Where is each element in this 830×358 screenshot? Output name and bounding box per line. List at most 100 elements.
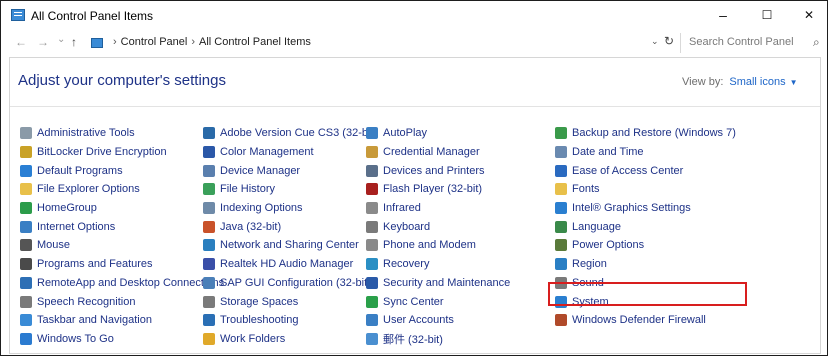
search-icon[interactable]: ⌕ bbox=[813, 35, 820, 50]
control-panel-item-file-explorer-options[interactable]: File Explorer Options bbox=[20, 180, 224, 199]
control-panel-item-windows-defender-firewall[interactable]: Windows Defender Firewall bbox=[555, 311, 736, 330]
control-panel-item-phone-and-modem[interactable]: Phone and Modem bbox=[366, 236, 510, 255]
item-label: File Explorer Options bbox=[37, 183, 140, 196]
item-label: Infrared bbox=[383, 202, 421, 215]
item-label: Phone and Modem bbox=[383, 239, 476, 252]
adobe-version-cue-icon bbox=[203, 127, 215, 140]
address-bar[interactable]: › Control Panel › All Control Panel Items ⌄… bbox=[89, 33, 674, 53]
control-panel-item-fonts[interactable]: Fonts bbox=[555, 180, 736, 199]
item-label: Network and Sharing Center bbox=[220, 239, 359, 252]
breadcrumb-all-items[interactable]: All Control Panel Items bbox=[199, 36, 311, 48]
control-panel-item-region[interactable]: Region bbox=[555, 255, 736, 274]
item-label: 郵件 (32-bit) bbox=[383, 333, 443, 346]
control-panel-item-programs-and-features[interactable]: Programs and Features bbox=[20, 255, 224, 274]
search-input[interactable] bbox=[689, 34, 801, 50]
control-panel-item-device-manager[interactable]: Device Manager bbox=[203, 161, 377, 180]
control-panel-item-speech-recognition[interactable]: Speech Recognition bbox=[20, 292, 224, 311]
control-panel-item-autoplay[interactable]: AutoPlay bbox=[366, 124, 510, 143]
control-panel-item-recovery[interactable]: Recovery bbox=[366, 255, 510, 274]
folder-options-icon bbox=[20, 183, 32, 196]
close-button[interactable]: ✕ bbox=[792, 3, 826, 27]
bitlocker-icon bbox=[20, 146, 32, 159]
item-label: Work Folders bbox=[220, 332, 286, 345]
control-panel-item-taskbar-and-navigation[interactable]: Taskbar and Navigation bbox=[20, 311, 224, 330]
refresh-icon[interactable]: ↻ bbox=[664, 34, 674, 48]
item-label: Ease of Access Center bbox=[572, 164, 684, 177]
device-manager-icon bbox=[203, 164, 215, 177]
address-dropdown-chevron-icon[interactable]: ⌄ bbox=[651, 36, 659, 47]
mail-icon bbox=[366, 332, 378, 345]
java-icon bbox=[203, 220, 215, 233]
control-panel-item-remoteapp-and-desktop-connections[interactable]: RemoteApp and Desktop Connections bbox=[20, 274, 224, 293]
region-icon bbox=[555, 258, 567, 271]
system-highlight-box bbox=[548, 282, 747, 306]
view-by-label: View by: bbox=[682, 76, 724, 88]
work-folders-icon bbox=[203, 332, 215, 345]
item-label: Internet Options bbox=[37, 220, 116, 233]
item-label: Speech Recognition bbox=[37, 295, 136, 308]
recent-locations-chevron-icon[interactable]: ⌄ bbox=[57, 34, 65, 45]
control-panel-item-infrared[interactable]: Infrared bbox=[366, 199, 510, 218]
control-panel-item-storage-spaces[interactable]: Storage Spaces bbox=[203, 292, 377, 311]
control-panel-item-devices-and-printers[interactable]: Devices and Printers bbox=[366, 161, 510, 180]
microphone-icon bbox=[20, 295, 32, 308]
control-panel-item-java-32-bit[interactable]: Java (32-bit) bbox=[203, 217, 377, 236]
fonts-icon bbox=[555, 183, 567, 196]
control-panel-item-file-history[interactable]: File History bbox=[203, 180, 377, 199]
minimize-button[interactable]: – bbox=[706, 3, 740, 27]
content-pane: Adjust your computer's settings View by:… bbox=[9, 57, 821, 354]
maximize-button[interactable]: ☐ bbox=[750, 3, 784, 27]
control-panel-item-32-bit[interactable]: 郵件 (32-bit) bbox=[366, 330, 510, 349]
phone-modem-icon bbox=[366, 239, 378, 252]
control-panel-item-network-and-sharing-center[interactable]: Network and Sharing Center bbox=[203, 236, 377, 255]
admin-tools-icon bbox=[20, 127, 32, 140]
control-panel-item-backup-and-restore-windows-7[interactable]: Backup and Restore (Windows 7) bbox=[555, 124, 736, 143]
control-panel-item-date-and-time[interactable]: Date and Time bbox=[555, 143, 736, 162]
control-panel-item-user-accounts[interactable]: User Accounts bbox=[366, 311, 510, 330]
control-panel-item-power-options[interactable]: Power Options bbox=[555, 236, 736, 255]
control-panel-item-sap-gui-configuration-32-bit[interactable]: SAP GUI Configuration (32-bit) bbox=[203, 274, 377, 293]
flag-icon bbox=[366, 276, 378, 289]
control-panel-item-internet-options[interactable]: Internet Options bbox=[20, 217, 224, 236]
control-panel-item-flash-player-32-bit[interactable]: Flash Player (32-bit) bbox=[366, 180, 510, 199]
control-panel-item-adobe-version-cue-cs3-32-bit[interactable]: Adobe Version Cue CS3 (32-bit) bbox=[203, 124, 377, 143]
dropdown-caret-icon[interactable]: ▼ bbox=[790, 78, 798, 87]
mouse-icon bbox=[20, 239, 32, 252]
control-panel-item-work-folders[interactable]: Work Folders bbox=[203, 330, 377, 349]
view-by-dropdown[interactable]: Small icons bbox=[729, 76, 785, 88]
item-label: Windows To Go bbox=[37, 332, 114, 345]
infrared-icon bbox=[366, 202, 378, 215]
control-panel-item-troubleshooting[interactable]: Troubleshooting bbox=[203, 311, 377, 330]
taskbar-icon bbox=[20, 314, 32, 327]
control-panel-item-sync-center[interactable]: Sync Center bbox=[366, 292, 510, 311]
item-label: Region bbox=[572, 258, 607, 271]
back-arrow-icon[interactable]: ← bbox=[15, 35, 27, 49]
control-panel-item-credential-manager[interactable]: Credential Manager bbox=[366, 143, 510, 162]
control-panel-item-bitlocker-drive-encryption[interactable]: BitLocker Drive Encryption bbox=[20, 143, 224, 162]
windows-to-go-icon bbox=[20, 332, 32, 345]
control-panel-icon bbox=[91, 38, 103, 48]
control-panel-item-ease-of-access-center[interactable]: Ease of Access Center bbox=[555, 161, 736, 180]
item-label: Java (32-bit) bbox=[220, 220, 282, 233]
control-panel-item-indexing-options[interactable]: Indexing Options bbox=[203, 199, 377, 218]
control-panel-item-realtek-hd-audio-manager[interactable]: Realtek HD Audio Manager bbox=[203, 255, 377, 274]
control-panel-item-language[interactable]: Language bbox=[555, 217, 736, 236]
control-panel-item-intel-graphics-settings[interactable]: Intel® Graphics Settings bbox=[555, 199, 736, 218]
control-panel-item-default-programs[interactable]: Default Programs bbox=[20, 161, 224, 180]
breadcrumb-control-panel[interactable]: Control Panel bbox=[121, 36, 188, 48]
control-panel-item-administrative-tools[interactable]: Administrative Tools bbox=[20, 124, 224, 143]
item-label: Intel® Graphics Settings bbox=[572, 202, 691, 215]
title-bar[interactable]: All Control Panel Items – ☐ ✕ bbox=[1, 1, 827, 31]
navigation-bar: ← → ⌄ ↑ › Control Panel › All Control Panel… bbox=[1, 31, 827, 57]
up-arrow-icon[interactable]: ↑ bbox=[71, 35, 77, 49]
item-label: BitLocker Drive Encryption bbox=[37, 146, 167, 159]
control-panel-item-homegroup[interactable]: HomeGroup bbox=[20, 199, 224, 218]
control-panel-item-mouse[interactable]: Mouse bbox=[20, 236, 224, 255]
control-panel-item-color-management[interactable]: Color Management bbox=[203, 143, 377, 162]
forward-arrow-icon[interactable]: → bbox=[37, 35, 49, 49]
item-label: Administrative Tools bbox=[37, 127, 135, 140]
item-label: Adobe Version Cue CS3 (32-bit) bbox=[220, 127, 378, 140]
control-panel-item-security-and-maintenance[interactable]: Security and Maintenance bbox=[366, 274, 510, 293]
control-panel-item-keyboard[interactable]: Keyboard bbox=[366, 217, 510, 236]
control-panel-item-windows-to-go[interactable]: Windows To Go bbox=[20, 330, 224, 349]
